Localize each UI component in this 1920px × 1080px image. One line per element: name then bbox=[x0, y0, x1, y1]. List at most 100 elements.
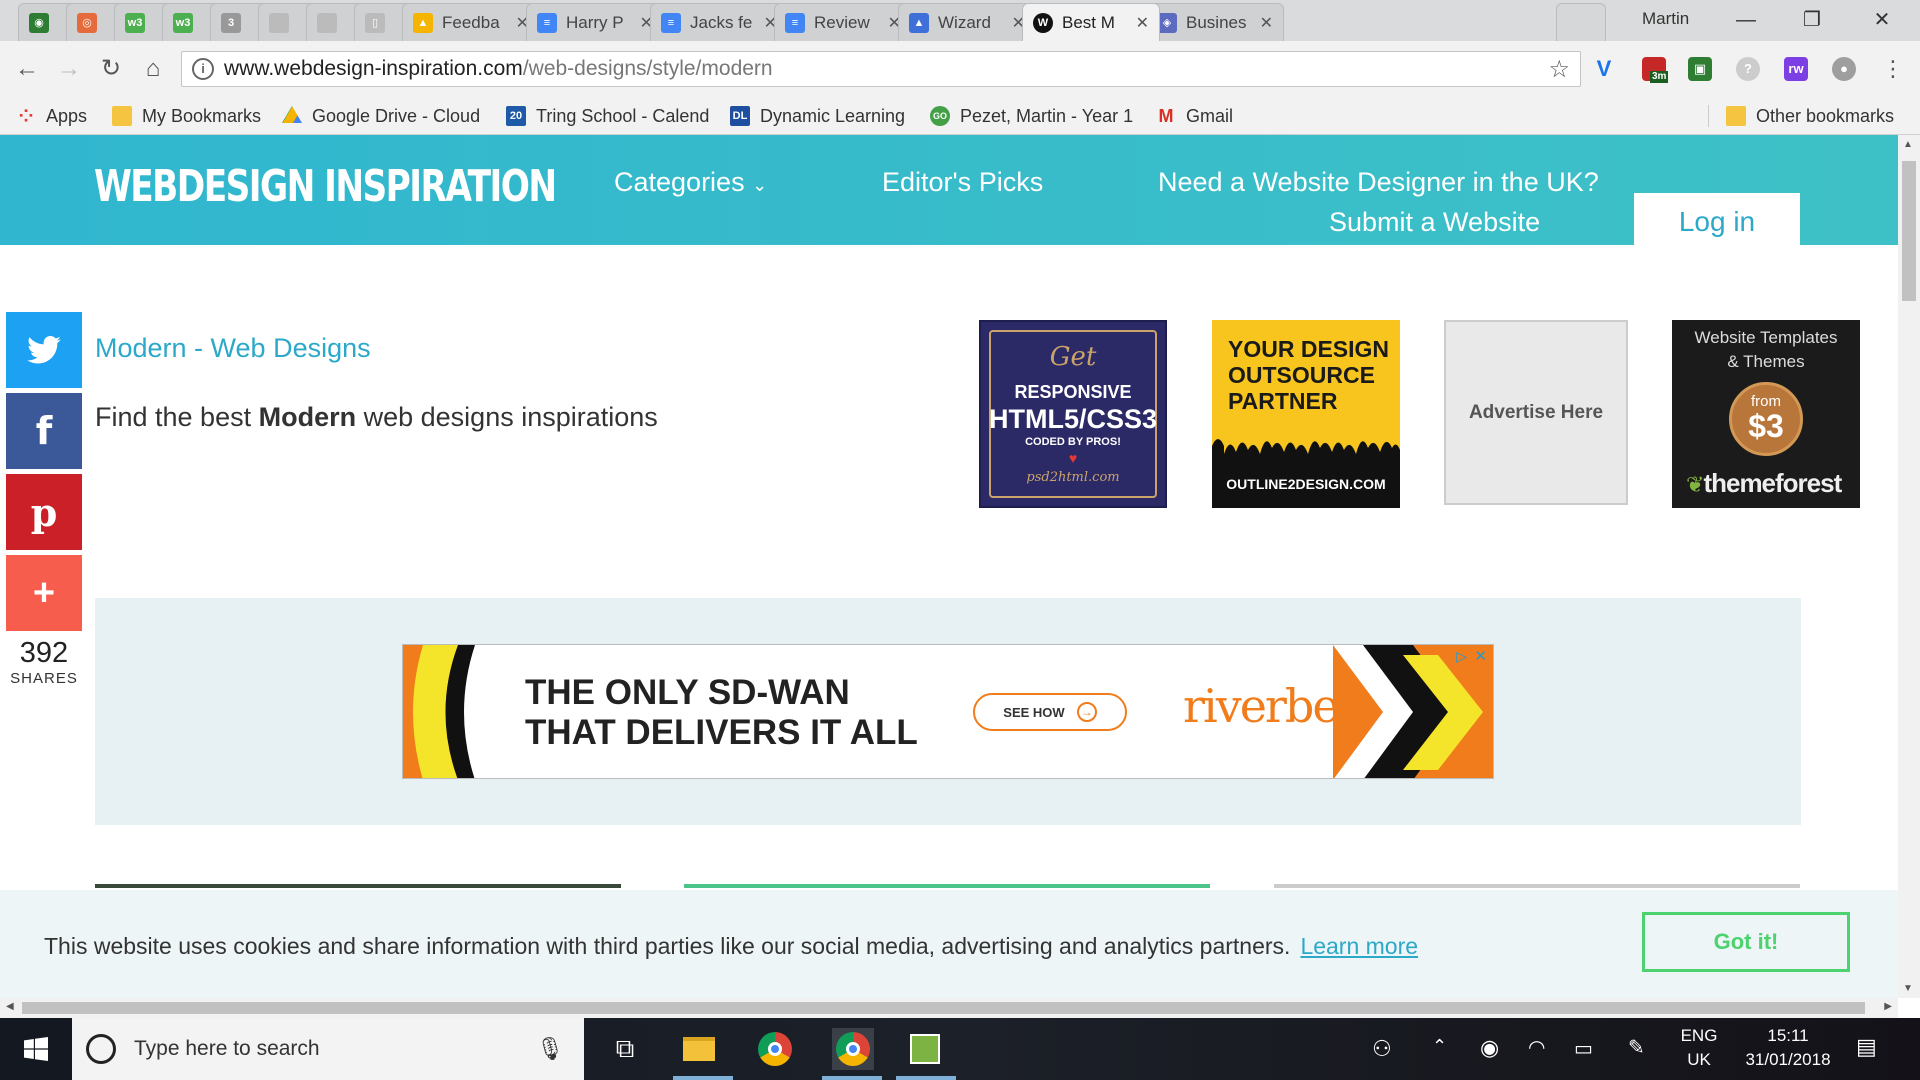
w-logo-icon: W bbox=[1033, 12, 1053, 33]
scroll-down-icon[interactable]: ▼ bbox=[1903, 983, 1913, 994]
site-logo[interactable]: WEBDESIGN INSPIRATION bbox=[94, 161, 557, 212]
vertical-scrollbar[interactable]: ▲ ▼ bbox=[1898, 135, 1920, 998]
minimize-icon[interactable]: — bbox=[1726, 6, 1766, 34]
chrome-menu-icon[interactable]: ⋮ bbox=[1878, 54, 1908, 84]
horizontal-scrollbar[interactable]: ◀ ▶ bbox=[0, 998, 1898, 1018]
task-view-icon[interactable]: ⧉ bbox=[604, 1028, 646, 1070]
scroll-right-icon[interactable]: ▶ bbox=[1884, 1001, 1892, 1012]
microphone-icon[interactable]: 🎙 bbox=[536, 1036, 564, 1062]
new-tab-button[interactable] bbox=[1556, 3, 1606, 41]
facebook-icon: f bbox=[35, 409, 53, 453]
vertical-scroll-thumb[interactable] bbox=[1902, 161, 1916, 301]
bookmark-apps[interactable]: ⁘ Apps bbox=[16, 103, 87, 129]
login-button[interactable]: Log in bbox=[1634, 193, 1800, 245]
bookmark-my-bookmarks[interactable]: My Bookmarks bbox=[112, 103, 261, 129]
chrome-icon[interactable] bbox=[754, 1028, 796, 1070]
home-icon[interactable]: ⌂ bbox=[138, 54, 168, 84]
ad-text: OUTSOURCE bbox=[1228, 362, 1375, 388]
bookmark-dynamic-learning[interactable]: DL Dynamic Learning bbox=[730, 103, 905, 129]
browser-tab[interactable]: ▲ Feedba ✕ bbox=[402, 3, 540, 41]
ad-text: HTML5/CSS3 bbox=[988, 404, 1158, 434]
extension-timer-icon[interactable]: 3m bbox=[1642, 57, 1669, 83]
people-icon[interactable]: ⚇ bbox=[1372, 1036, 1392, 1062]
pen-icon[interactable]: ✎ bbox=[1628, 1035, 1645, 1060]
profile-name[interactable]: Martin bbox=[1642, 9, 1689, 29]
browser-tab[interactable]: ▲ Wizard ✕ bbox=[898, 3, 1036, 41]
clock[interactable]: 15:11 31/01/2018 bbox=[1734, 1026, 1842, 1070]
browser-tab[interactable]: ◈ Busines ✕ bbox=[1146, 3, 1284, 41]
app-tile bbox=[910, 1034, 940, 1064]
google-drive-icon bbox=[282, 106, 302, 123]
banner-text: THE ONLY SD-WAN bbox=[525, 673, 850, 712]
close-ad-icon[interactable]: ✕ bbox=[1474, 647, 1487, 665]
twitter-share-button[interactable] bbox=[6, 312, 82, 388]
horizontal-scroll-thumb[interactable] bbox=[22, 1002, 1865, 1014]
taskbar-search-box[interactable]: Type here to search 🎙 bbox=[72, 1018, 584, 1080]
bookmark-pezet-martin[interactable]: GO Pezet, Martin - Year 1 bbox=[930, 103, 1133, 129]
action-center-icon[interactable]: ▤ bbox=[1856, 1034, 1877, 1060]
browser-tab[interactable]: W Best M ✕ bbox=[1022, 3, 1160, 41]
start-button[interactable] bbox=[0, 1018, 72, 1080]
close-tab-icon[interactable]: ✕ bbox=[1260, 13, 1273, 33]
ad-themeforest[interactable]: Website Templates & Themes from $3 ❦them… bbox=[1672, 320, 1860, 508]
ad-text: PARTNER bbox=[1228, 388, 1338, 414]
tab-label: Best M bbox=[1062, 12, 1115, 32]
bookmark-gmail[interactable]: M Gmail bbox=[1156, 103, 1234, 129]
riverbed-banner-ad[interactable]: THE ONLY SD-WAN THAT DELIVERS IT ALL SEE… bbox=[402, 644, 1494, 779]
file-explorer-icon[interactable] bbox=[678, 1028, 720, 1070]
nav-need-designer[interactable]: Need a Website Designer in the UK? bbox=[1158, 167, 1599, 198]
reload-icon[interactable]: ↻ bbox=[96, 54, 126, 84]
notepad-app-icon[interactable] bbox=[904, 1028, 946, 1070]
nav-categories[interactable]: Categories ⌄ bbox=[614, 167, 767, 198]
facebook-share-button[interactable]: f bbox=[6, 393, 82, 469]
learn-more-link[interactable]: Learn more bbox=[1300, 933, 1418, 959]
restore-icon[interactable]: ❐ bbox=[1792, 6, 1832, 34]
cta-label: SEE HOW bbox=[1003, 704, 1065, 720]
back-icon[interactable]: ← bbox=[12, 54, 42, 84]
browser-tab[interactable]: ≡ Harry P ✕ bbox=[526, 3, 664, 41]
running-indicator bbox=[822, 1076, 882, 1080]
help-extension-icon[interactable]: ? bbox=[1736, 57, 1760, 81]
scroll-left-icon[interactable]: ◀ bbox=[6, 1001, 14, 1012]
classroom-extension-icon[interactable]: ▣ bbox=[1688, 57, 1712, 81]
browser-tab[interactable]: ≡ Review ✕ bbox=[774, 3, 912, 41]
scroll-up-icon[interactable]: ▲ bbox=[1903, 139, 1913, 150]
bookmark-label: Google Drive - Cloud bbox=[312, 105, 481, 126]
adchoices-icon[interactable]: ▷ bbox=[1456, 648, 1467, 665]
bookmark-tring-school[interactable]: 20 Tring School - Calend bbox=[506, 103, 709, 129]
nav-editors-picks[interactable]: Editor's Picks bbox=[882, 167, 1043, 198]
record-icon[interactable]: ◉ bbox=[1480, 1035, 1499, 1061]
advertise-here-slot[interactable]: Advertise Here bbox=[1444, 320, 1628, 505]
pinterest-share-button[interactable]: p bbox=[6, 474, 82, 550]
nav-submit-website[interactable]: Submit a Website bbox=[1329, 207, 1540, 238]
language-indicator[interactable]: ENG UK bbox=[1676, 1026, 1722, 1070]
bookmark-other[interactable]: Other bookmarks bbox=[1726, 103, 1894, 129]
see-how-button[interactable]: SEE HOW → bbox=[973, 693, 1127, 731]
chrome-active-icon[interactable] bbox=[832, 1028, 874, 1070]
business-icon: ◈ bbox=[1157, 12, 1177, 33]
account-extension-icon[interactable]: ● bbox=[1832, 57, 1856, 81]
browser-tab[interactable]: ≡ Jacks fe ✕ bbox=[650, 3, 788, 41]
close-window-icon[interactable]: ✕ bbox=[1862, 6, 1902, 34]
w3-icon: w3 bbox=[173, 12, 193, 33]
battery-icon[interactable]: ▭ bbox=[1574, 1036, 1593, 1061]
cookie-consent-bar: This website uses cookies and share info… bbox=[0, 890, 1898, 998]
bookmark-label: Gmail bbox=[1186, 105, 1234, 126]
w3-icon: w3 bbox=[125, 12, 145, 33]
bookmark-star-icon[interactable]: ☆ bbox=[1548, 55, 1570, 84]
extension-v-icon[interactable]: V bbox=[1592, 57, 1616, 81]
more-share-button[interactable]: + bbox=[6, 555, 82, 631]
ad-outline2design[interactable]: YOUR DESIGN OUTSOURCE PARTNER OUTLINE2DE… bbox=[1212, 320, 1400, 508]
ad-psd2html[interactable]: Get RESPONSIVE HTML5/CSS3 CODED BY PROS!… bbox=[979, 320, 1167, 508]
folder-icon bbox=[1726, 106, 1746, 126]
address-bar[interactable]: i www.webdesign-inspiration.com/web-desi… bbox=[181, 51, 1581, 87]
puzzle-extension-icon[interactable]: rw bbox=[1784, 57, 1808, 81]
bookmark-google-drive[interactable]: Google Drive - Cloud bbox=[282, 103, 480, 129]
got-it-button[interactable]: Got it! bbox=[1642, 912, 1850, 972]
wifi-icon[interactable]: ◠ bbox=[1528, 1035, 1545, 1060]
forward-icon[interactable]: → bbox=[54, 54, 84, 84]
blank-icon bbox=[317, 12, 337, 33]
show-hidden-icons-chevron[interactable]: ⌃ bbox=[1432, 1036, 1447, 1057]
close-tab-icon[interactable]: ✕ bbox=[1136, 13, 1149, 33]
site-info-icon[interactable]: i bbox=[192, 58, 214, 80]
